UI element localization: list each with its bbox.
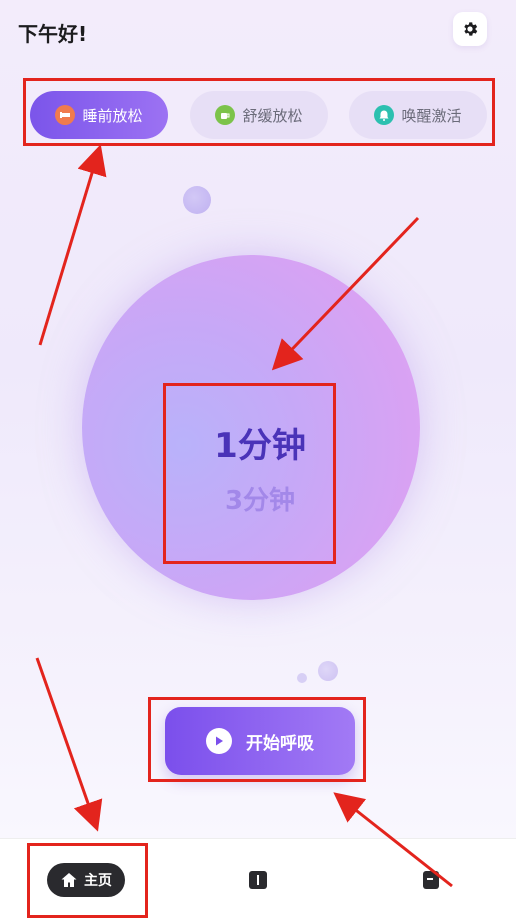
alarm-icon — [374, 105, 395, 125]
nav-home[interactable]: 主页 — [47, 863, 125, 897]
tab-label: 唤醒激活 — [401, 106, 462, 125]
document-icon — [423, 871, 439, 889]
start-button-label: 开始呼吸 — [246, 733, 314, 754]
cup-icon — [215, 105, 236, 125]
nav-library[interactable] — [247, 869, 269, 891]
greeting: 下午好! — [18, 22, 88, 46]
decorative-bubble — [318, 661, 338, 681]
annotation-arrow — [38, 144, 107, 346]
decorative-bubble — [183, 186, 211, 214]
annotation-arrow — [35, 657, 103, 832]
mode-tabs: 睡前放松 舒缓放松 唤醒激活 — [30, 91, 488, 141]
home-icon — [61, 873, 77, 887]
tab-sleep-relax[interactable]: 睡前放松 — [30, 91, 168, 139]
play-icon — [206, 728, 232, 754]
duration-option[interactable]: 3分钟 — [200, 480, 320, 517]
decorative-bubble — [297, 673, 307, 683]
tab-wake-activate[interactable]: 唤醒激活 — [349, 91, 487, 139]
tab-label: 睡前放松 — [82, 106, 143, 125]
book-icon — [249, 871, 267, 889]
settings-button[interactable] — [453, 12, 487, 46]
start-breathing-button[interactable]: 开始呼吸 — [165, 707, 355, 775]
nav-records[interactable] — [420, 869, 442, 891]
bottom-navigation: 主页 — [0, 838, 516, 922]
tab-label: 舒缓放松 — [242, 106, 303, 125]
gear-icon — [464, 22, 478, 36]
duration-selected[interactable]: 1分钟 — [200, 418, 320, 467]
tab-soothe-relax[interactable]: 舒缓放松 — [190, 91, 328, 139]
bed-icon — [55, 105, 76, 125]
nav-home-label: 主页 — [84, 873, 112, 889]
